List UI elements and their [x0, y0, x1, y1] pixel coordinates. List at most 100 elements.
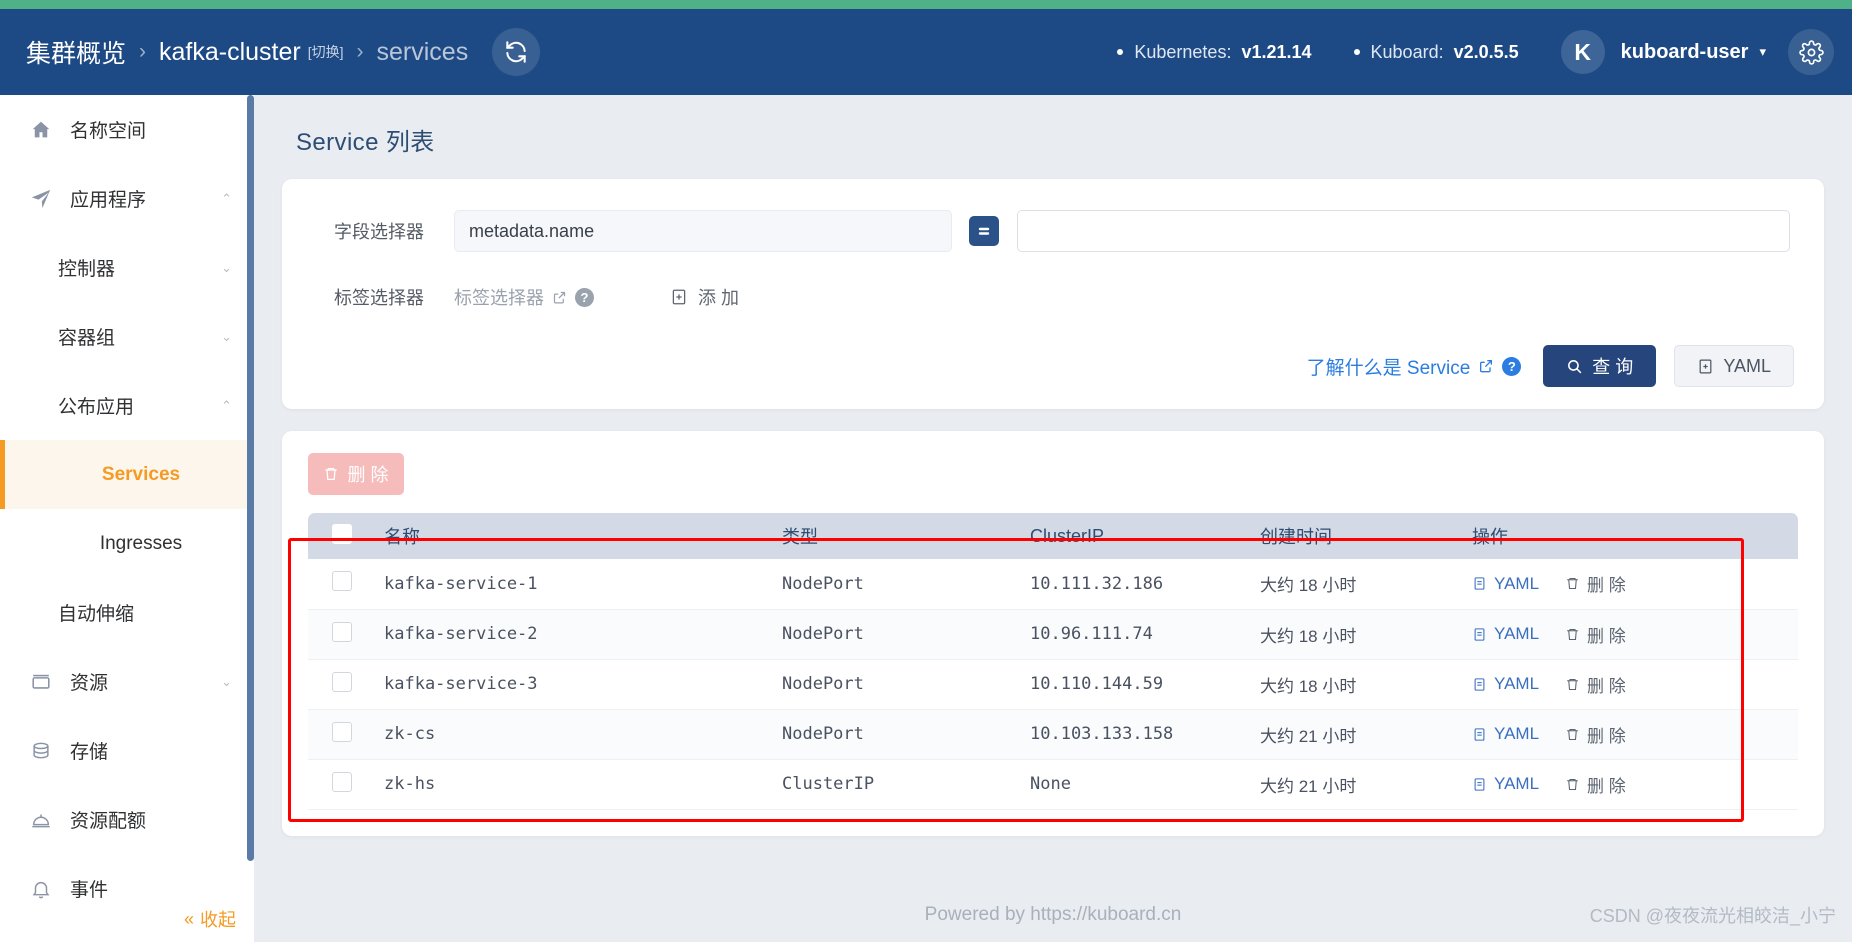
trash-icon: [1565, 777, 1580, 792]
column-header-type[interactable]: 类型: [772, 513, 1020, 559]
cell-created: 大约 21 小时: [1250, 709, 1462, 760]
help-circle-icon[interactable]: ?: [575, 287, 594, 307]
column-header-created[interactable]: 创建时间: [1250, 513, 1462, 559]
sidebar-item-pods[interactable]: 容器组 ⌄: [0, 302, 254, 371]
home-icon: [30, 119, 56, 141]
bullet-icon: [1117, 49, 1124, 55]
sidebar-item-storage[interactable]: 存储: [0, 716, 254, 785]
cell-actions: YAML 删 除: [1462, 659, 1798, 710]
sidebar-item-label: 事件: [70, 880, 109, 901]
row-yaml-label: YAML: [1494, 624, 1540, 643]
row-delete-button[interactable]: 删 除: [1565, 722, 1626, 747]
sidebar-item-autoscaling[interactable]: 自动伸缩: [0, 578, 254, 647]
row-checkbox[interactable]: [332, 721, 352, 742]
sidebar-item-applications[interactable]: 应用程序 ⌃: [0, 164, 254, 233]
table-row[interactable]: kafka-service-2 NodePort 10.96.111.74 大约…: [308, 609, 1798, 660]
sidebar-item-label: 应用程序: [70, 190, 147, 211]
row-yaml-button[interactable]: YAML: [1472, 724, 1539, 744]
add-label: 添 加: [698, 288, 740, 308]
cell-name[interactable]: kafka-service-3: [374, 659, 772, 710]
sidebar-item-namespace[interactable]: 名称空间: [0, 95, 254, 164]
row-delete-button[interactable]: 删 除: [1565, 772, 1626, 797]
sidebar-item-controllers[interactable]: 控制器 ⌄: [0, 233, 254, 302]
table-row[interactable]: kafka-service-3 NodePort 10.110.144.59 大…: [308, 659, 1798, 710]
chevron-up-icon[interactable]: ⌃: [221, 398, 232, 414]
sidebar-item-label: 资源: [70, 673, 109, 694]
sidebar-item-resources[interactable]: 资源 ⌄: [0, 647, 254, 716]
row-yaml-button[interactable]: YAML: [1472, 674, 1539, 694]
kubernetes-version-block: Kubernetes: v1.21.14: [1117, 41, 1312, 63]
refresh-icon[interactable]: [492, 28, 541, 76]
field-value-input[interactable]: [1017, 210, 1790, 252]
file-icon: [1697, 358, 1714, 375]
row-checkbox[interactable]: [332, 621, 352, 642]
row-yaml-button[interactable]: YAML: [1472, 574, 1539, 594]
table-row[interactable]: zk-cs NodePort 10.103.133.158 大约 21 小时 Y…: [308, 709, 1798, 760]
column-header-actions[interactable]: 操作: [1462, 513, 1798, 559]
sidebar-item-label: Ingresses: [99, 532, 183, 554]
cell-name[interactable]: zk-cs: [374, 709, 772, 760]
table-row[interactable]: kafka-service-1 NodePort 10.111.32.186 大…: [308, 559, 1798, 610]
trash-icon: [1565, 677, 1580, 692]
row-delete-button[interactable]: 删 除: [1565, 622, 1626, 647]
cell-name[interactable]: kafka-service-1: [374, 559, 772, 610]
sidebar-scrollbar-thumb[interactable]: [247, 95, 254, 861]
breadcrumb-item-cluster-overview[interactable]: 集群概览: [26, 34, 126, 70]
kubernetes-label: Kubernetes:: [1134, 41, 1232, 62]
add-label-selector-button[interactable]: 添 加: [670, 284, 739, 310]
kubernetes-version: v1.21.14: [1241, 41, 1312, 62]
column-header-clusterip[interactable]: ClusterIP: [1020, 513, 1250, 559]
cell-clusterip: 10.110.144.59: [1020, 659, 1250, 710]
sidebar-item-publish-app[interactable]: 公布应用 ⌃: [0, 371, 254, 440]
row-delete-button[interactable]: 删 除: [1565, 672, 1626, 697]
chevron-down-icon[interactable]: ⌄: [221, 674, 232, 690]
label-selector-link[interactable]: 标签选择器 ?: [454, 284, 594, 310]
username-menu[interactable]: kuboard-user: [1621, 41, 1749, 64]
row-checkbox[interactable]: [332, 671, 352, 692]
chevron-up-icon[interactable]: ⌃: [221, 191, 232, 207]
page-title: Service 列表: [296, 129, 435, 156]
cell-type: ClusterIP: [772, 759, 1020, 810]
breadcrumb-switch-link[interactable]: [切换]: [308, 42, 344, 62]
sidebar-item-resource-quota[interactable]: 资源配额: [0, 785, 254, 854]
breadcrumb-item-kafka-cluster[interactable]: kafka-cluster: [159, 38, 301, 67]
chevron-down-icon[interactable]: ⌄: [221, 329, 232, 345]
row-yaml-button[interactable]: YAML: [1472, 774, 1539, 794]
row-yaml-button[interactable]: YAML: [1472, 624, 1539, 644]
header-right: Kubernetes: v1.21.14 Kuboard: v2.0.5.5 K…: [1117, 29, 1834, 75]
avatar[interactable]: K: [1560, 30, 1605, 74]
bulk-delete-button[interactable]: 删 除: [308, 453, 404, 495]
help-circle-icon[interactable]: ?: [1502, 356, 1522, 376]
bell-icon: [30, 878, 56, 900]
sidebar-scrollbar[interactable]: [247, 95, 254, 885]
yaml-button[interactable]: YAML: [1674, 345, 1794, 387]
learn-about-service-link[interactable]: 了解什么是 Service ?: [1307, 353, 1522, 380]
cell-name[interactable]: kafka-service-2: [374, 609, 772, 660]
select-all-checkbox[interactable]: [332, 523, 352, 544]
cell-clusterip: 10.103.133.158: [1020, 709, 1250, 760]
field-selector-input[interactable]: metadata.name: [454, 210, 952, 252]
row-yaml-label: YAML: [1494, 724, 1540, 743]
sidebar-collapse-button[interactable]: « 收起: [184, 906, 236, 932]
sidebar-item-label: Services: [101, 463, 181, 485]
table-row[interactable]: zk-hs ClusterIP None 大约 21 小时 YAML 删 除: [308, 759, 1798, 810]
powered-by-label: Powered by https://kuboard.cn: [924, 904, 1182, 925]
sidebar-item-ingresses[interactable]: Ingresses: [0, 509, 254, 578]
query-button[interactable]: 查 询: [1543, 345, 1657, 387]
gear-icon[interactable]: [1788, 29, 1834, 75]
row-checkbox[interactable]: [332, 571, 352, 592]
row-yaml-label: YAML: [1494, 674, 1540, 693]
chevron-down-icon[interactable]: ⌄: [221, 260, 232, 276]
row-checkbox[interactable]: [332, 771, 352, 792]
cell-actions: YAML 删 除: [1462, 709, 1798, 760]
box-icon: [30, 671, 56, 693]
cell-name[interactable]: zk-hs: [374, 759, 772, 810]
breadcrumb-item-services[interactable]: services: [377, 38, 469, 67]
bulk-delete-label: 删 除: [347, 465, 389, 485]
chevron-down-icon[interactable]: ▾: [1759, 44, 1766, 60]
row-delete-button[interactable]: 删 除: [1565, 571, 1626, 596]
column-header-name[interactable]: 名称: [374, 513, 772, 559]
operator-equals-button[interactable]: [969, 216, 999, 246]
sidebar-item-services[interactable]: Services: [0, 440, 254, 509]
app-header: 集群概览 › kafka-cluster [切换] › services Kub…: [0, 9, 1852, 95]
